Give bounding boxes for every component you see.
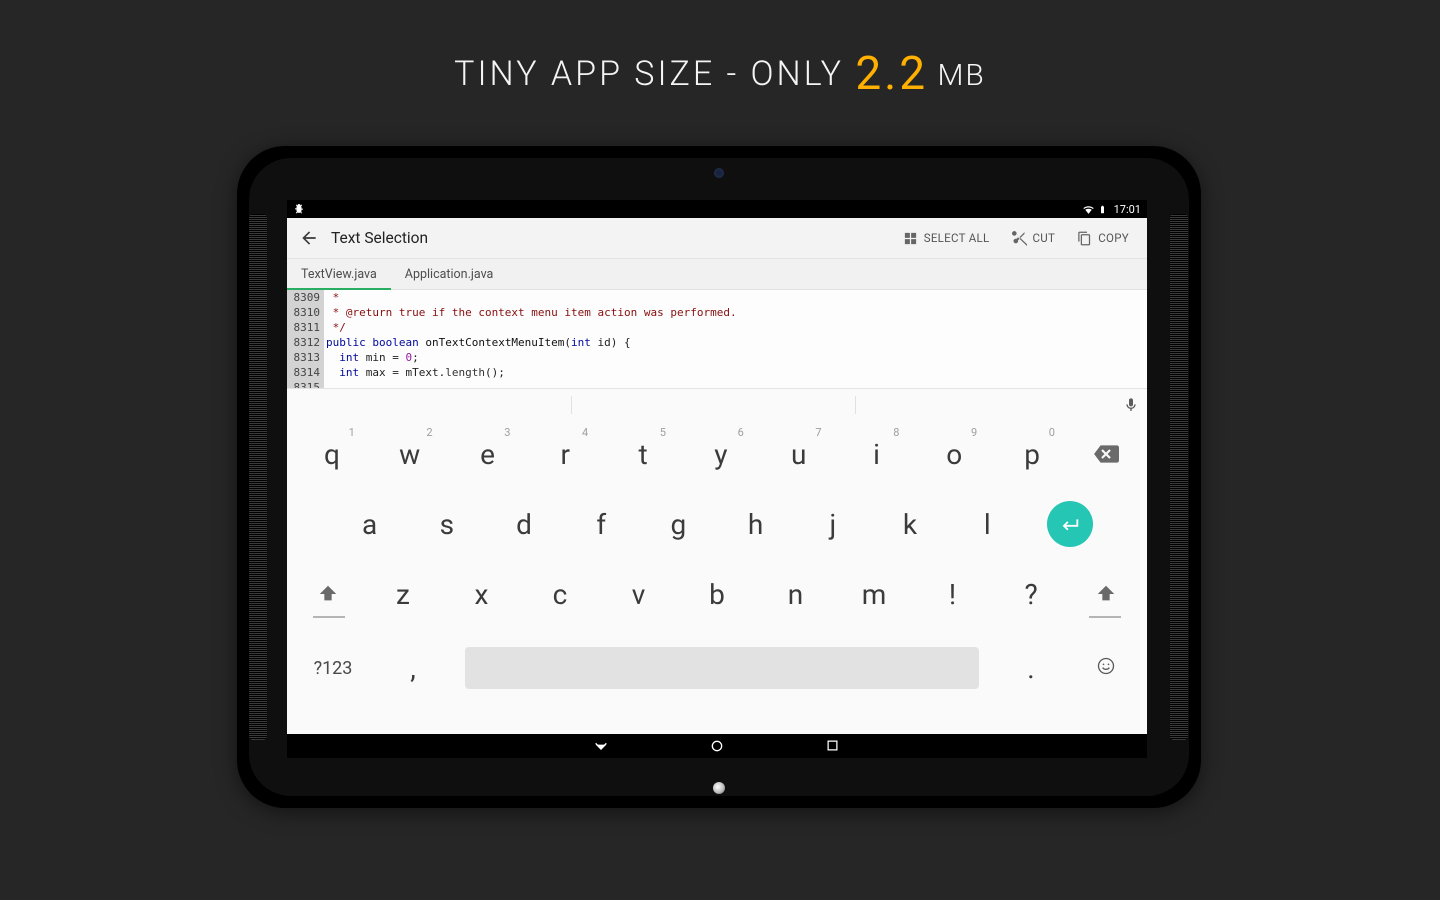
- line-number: 8309: [291, 290, 320, 305]
- key-t[interactable]: 5t: [604, 424, 682, 484]
- wifi-icon: [1082, 203, 1094, 215]
- candidate-bar: [287, 391, 1147, 419]
- nav-home-button[interactable]: [709, 738, 725, 754]
- backspace-icon: [1093, 441, 1119, 467]
- key-i[interactable]: 8i: [838, 424, 916, 484]
- key-n[interactable]: n: [756, 564, 835, 624]
- line-number: 8310: [291, 305, 320, 320]
- battery-icon: [1098, 203, 1110, 215]
- shift-icon: [317, 583, 339, 605]
- soft-keyboard: 1q2w3e4r5t6y7u8i9o0p asdfghjkl zxcvbnm!?…: [287, 388, 1147, 734]
- key-r[interactable]: 4r: [526, 424, 604, 484]
- headline-unit: MB: [928, 58, 986, 93]
- key-m[interactable]: m: [835, 564, 914, 624]
- key-o[interactable]: 9o: [915, 424, 993, 484]
- headline-accent: 2.2: [855, 47, 928, 101]
- key-v[interactable]: v: [599, 564, 678, 624]
- enter-key[interactable]: [1047, 501, 1093, 547]
- copy-icon: [1077, 231, 1092, 246]
- tab-textview-java[interactable]: TextView.java: [287, 259, 391, 289]
- grid-icon: [903, 231, 918, 246]
- arrow-back-icon: [299, 228, 319, 248]
- debug-icon: [293, 203, 305, 215]
- tablet-frame: 17:01 Text Selection SELECT ALL CUT: [237, 146, 1201, 808]
- key-u[interactable]: 7u: [760, 424, 838, 484]
- circle-icon: [709, 738, 725, 754]
- key-w[interactable]: 2w: [371, 424, 449, 484]
- shift-key-left[interactable]: [293, 564, 364, 624]
- nav-bar: [287, 734, 1147, 758]
- mic-icon[interactable]: [1123, 397, 1139, 413]
- key-c[interactable]: c: [521, 564, 600, 624]
- home-indicator: [713, 782, 725, 794]
- key-b[interactable]: b: [678, 564, 757, 624]
- line-number: 8313: [291, 350, 320, 365]
- key-j[interactable]: j: [794, 494, 871, 554]
- key-l[interactable]: l: [949, 494, 1026, 554]
- cab-title: Text Selection: [331, 229, 893, 247]
- key-a[interactable]: a: [331, 494, 408, 554]
- copy-button[interactable]: COPY: [1067, 218, 1139, 258]
- select-all-label: SELECT ALL: [924, 231, 990, 245]
- key-h[interactable]: h: [717, 494, 794, 554]
- action-back-button[interactable]: [295, 224, 323, 252]
- contextual-action-bar: Text Selection SELECT ALL CUT COPY: [287, 218, 1147, 259]
- smiley-icon: [1096, 656, 1116, 676]
- line-number: 8314: [291, 365, 320, 380]
- shift-key-right[interactable]: [1070, 564, 1141, 624]
- cut-button[interactable]: CUT: [1002, 218, 1066, 258]
- code-line[interactable]: */: [326, 320, 1147, 335]
- nav-back-button[interactable]: [593, 738, 609, 754]
- key-exclaim[interactable]: !: [913, 564, 992, 624]
- key-e[interactable]: 3e: [449, 424, 527, 484]
- marketing-headline: TINY APP SIZE - ONLY 2.2 MB: [0, 47, 1440, 101]
- enter-arrow-icon: [1059, 513, 1081, 535]
- line-number: 8312: [291, 335, 320, 350]
- nav-recent-button[interactable]: [825, 738, 841, 754]
- scissors-icon: [1012, 231, 1027, 246]
- key-question[interactable]: ?: [992, 564, 1071, 624]
- key-f[interactable]: f: [563, 494, 640, 554]
- speaker-left: [249, 214, 267, 740]
- device-screen: 17:01 Text Selection SELECT ALL CUT: [287, 200, 1147, 758]
- tab-application-java[interactable]: Application.java: [391, 259, 508, 289]
- period-key[interactable]: .: [991, 652, 1071, 685]
- code-line[interactable]: public boolean onTextContextMenuItem(int…: [326, 335, 1147, 350]
- code-line[interactable]: int min = 0;: [326, 350, 1147, 365]
- tab-strip: TextView.javaApplication.java: [287, 259, 1147, 290]
- key-q[interactable]: 1q: [293, 424, 371, 484]
- front-camera: [714, 168, 724, 178]
- keyboard-bottom-row: ?123 , .: [287, 629, 1147, 707]
- headline-pre: TINY APP SIZE - ONLY: [454, 54, 855, 94]
- space-key[interactable]: [465, 647, 979, 689]
- key-d[interactable]: d: [485, 494, 562, 554]
- code-line[interactable]: *: [326, 290, 1147, 305]
- code-line[interactable]: * @return true if the context menu item …: [326, 305, 1147, 320]
- comma-key[interactable]: ,: [373, 652, 453, 685]
- key-y[interactable]: 6y: [682, 424, 760, 484]
- emoji-key[interactable]: [1071, 656, 1141, 681]
- key-g[interactable]: g: [640, 494, 717, 554]
- key-x[interactable]: x: [442, 564, 521, 624]
- backspace-key[interactable]: [1071, 424, 1141, 484]
- status-bar: 17:01: [287, 200, 1147, 218]
- triangle-down-icon: [593, 738, 609, 754]
- key-z[interactable]: z: [364, 564, 443, 624]
- status-time: 17:01: [1114, 203, 1141, 216]
- line-number: 8311: [291, 320, 320, 335]
- speaker-right: [1170, 214, 1188, 740]
- key-p[interactable]: 0p: [993, 424, 1071, 484]
- copy-label: COPY: [1098, 231, 1129, 245]
- key-k[interactable]: k: [871, 494, 948, 554]
- key-s[interactable]: s: [408, 494, 485, 554]
- cut-label: CUT: [1033, 231, 1056, 245]
- square-icon: [825, 738, 840, 753]
- symbols-switch-key[interactable]: ?123: [293, 658, 373, 679]
- select-all-button[interactable]: SELECT ALL: [893, 218, 1000, 258]
- shift-icon: [1095, 583, 1117, 605]
- code-line[interactable]: int max = mText.length();: [326, 365, 1147, 380]
